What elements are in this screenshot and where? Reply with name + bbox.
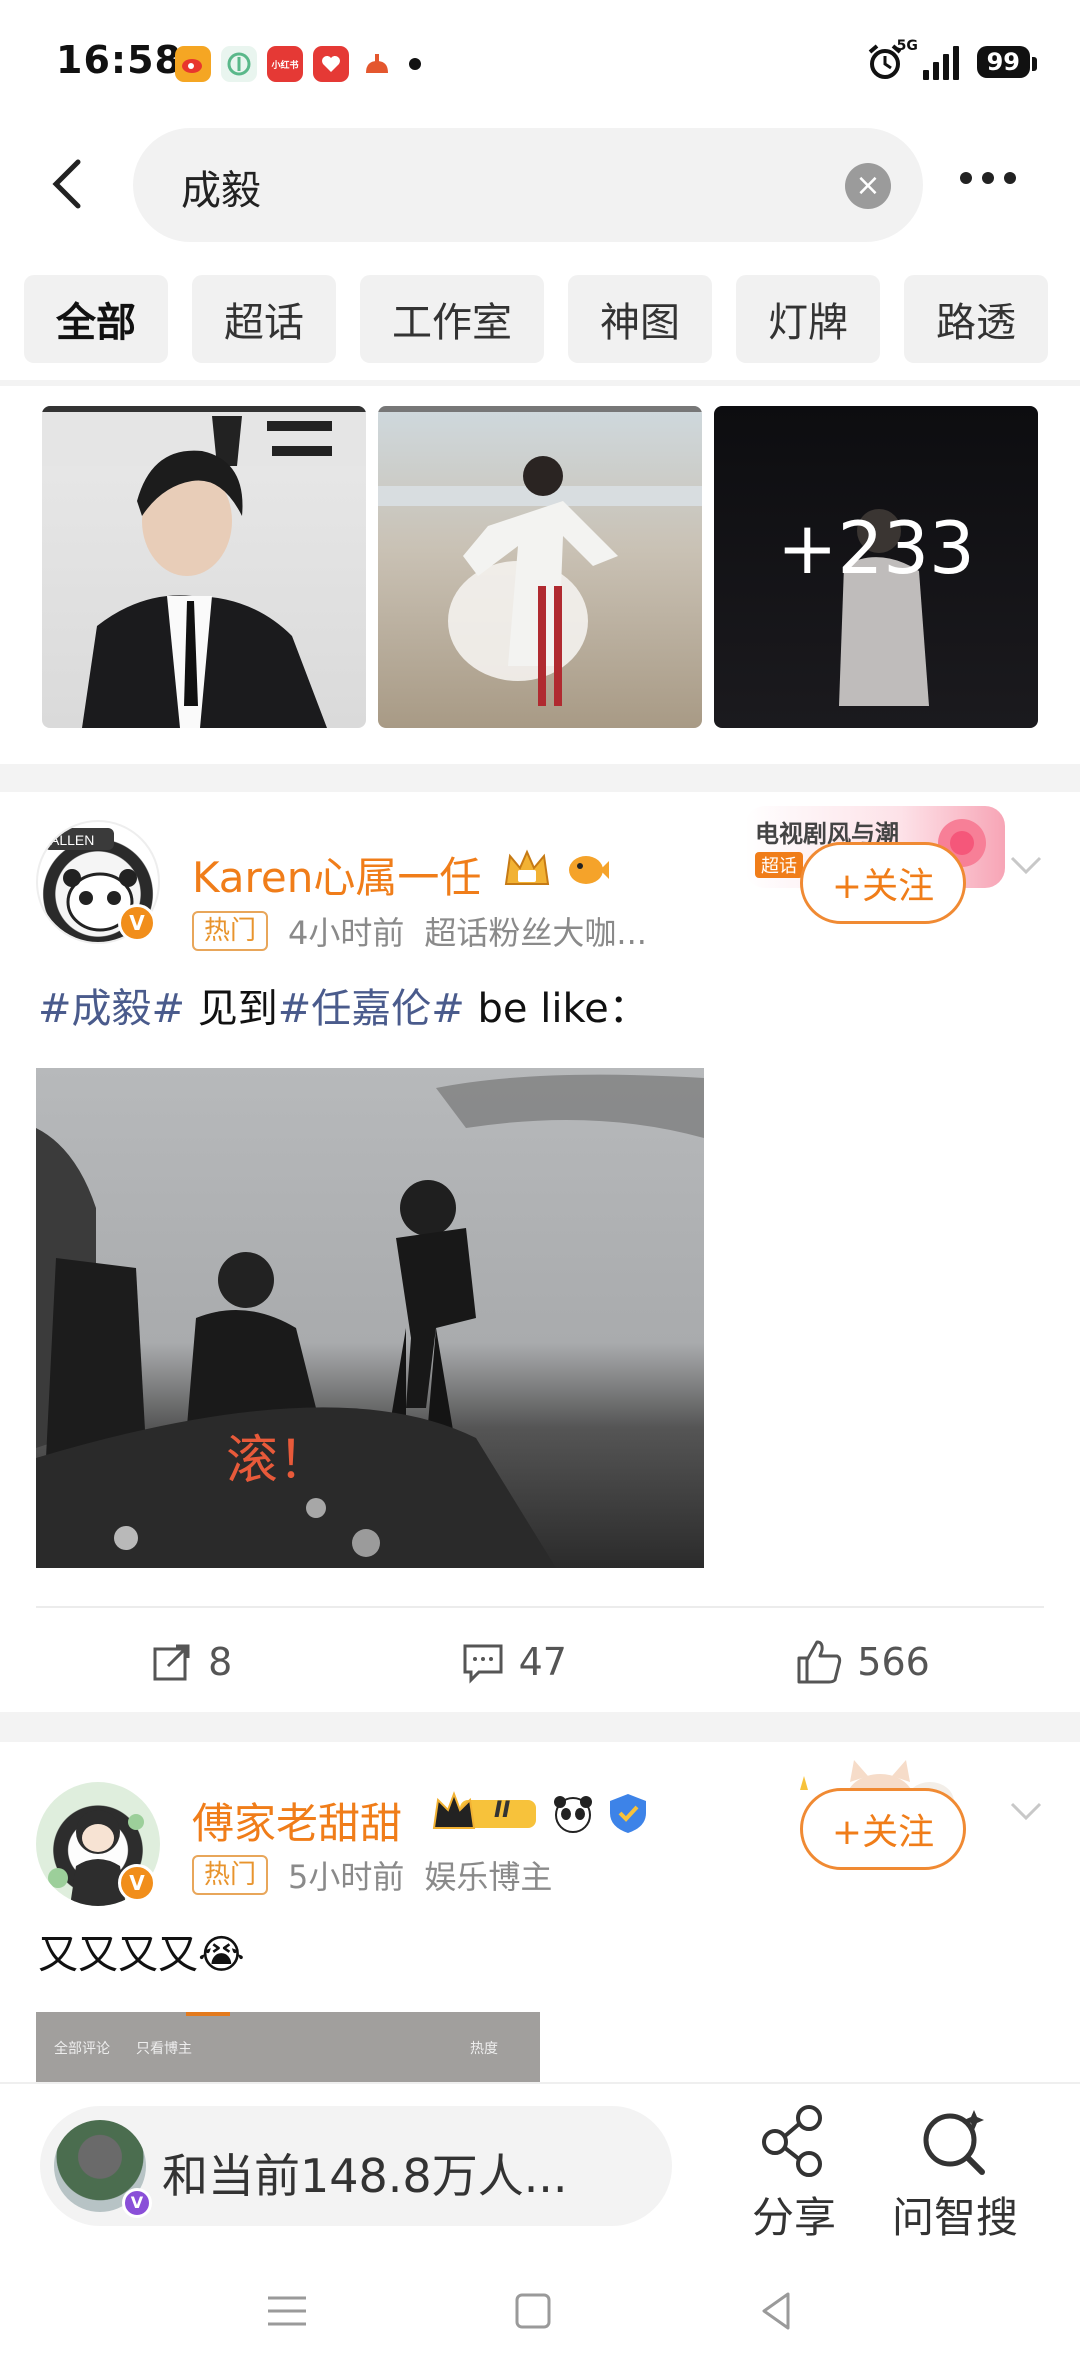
live-chat-entry[interactable]: V 和当前148.8万人... bbox=[40, 2106, 672, 2226]
tab-best-photos[interactable]: 神图 bbox=[568, 275, 712, 363]
repost-button[interactable]: 8 bbox=[150, 1640, 232, 1684]
tab-lightboard[interactable]: 灯牌 bbox=[736, 275, 880, 363]
gallery-photo[interactable] bbox=[378, 406, 702, 728]
search-query: 成毅 bbox=[181, 168, 261, 214]
status-indicators: 5G 99 bbox=[865, 38, 1038, 82]
post-source: 娱乐博主 bbox=[424, 1858, 553, 1896]
filter-tabs: 全部 超话 工作室 神图 灯牌 路透 bbox=[24, 275, 1080, 365]
tab-studio[interactable]: 工作室 bbox=[360, 275, 544, 363]
shield-badge-icon bbox=[610, 1794, 646, 1833]
section-divider bbox=[0, 1712, 1080, 1742]
share-icon bbox=[762, 2105, 822, 2177]
more-options-icon[interactable] bbox=[960, 172, 1016, 184]
panda-icon bbox=[554, 1796, 592, 1833]
post-meta: 热门 4小时前 超话粉丝大咖... bbox=[192, 908, 647, 954]
smart-search-label: 问智搜 bbox=[892, 2193, 1019, 2242]
hot-tag: 热门 bbox=[192, 911, 269, 951]
user-badges: II bbox=[430, 1788, 650, 1838]
follow-button[interactable]: +关注 bbox=[800, 842, 966, 924]
hot-tag: 热门 bbox=[192, 1855, 269, 1895]
hashtag-link[interactable]: #任嘉伦# bbox=[278, 986, 465, 1032]
level-badge-icon: II bbox=[430, 1788, 540, 1838]
weibo-icon bbox=[175, 46, 211, 82]
image-caption: 滚！ bbox=[226, 1431, 330, 1491]
fish-badge-icon bbox=[569, 856, 609, 884]
section-divider bbox=[0, 764, 1080, 792]
post-actions: 8 47 566 bbox=[36, 1606, 1044, 1716]
comment-count: 47 bbox=[518, 1640, 567, 1684]
signal-icon: 5G bbox=[897, 38, 959, 80]
ai-search-icon bbox=[923, 2110, 985, 2175]
hashtag-link[interactable]: #成毅# bbox=[38, 986, 185, 1032]
post-image[interactable]: 滚！ bbox=[36, 1068, 704, 1568]
post-text: 又又又又😭 bbox=[38, 1932, 245, 1978]
post-card[interactable]: ALLEN V Karen心属一任 热门 4小时前 超话粉丝大咖... 电视剧风… bbox=[0, 796, 1080, 1714]
smart-search-button[interactable]: 问智搜 bbox=[892, 2102, 1018, 2245]
app-orange-icon bbox=[359, 46, 395, 82]
app-red-icon bbox=[313, 46, 349, 82]
share-button[interactable]: 分享 bbox=[752, 2102, 836, 2245]
back-icon[interactable] bbox=[40, 154, 100, 214]
post-time: 5小时前 bbox=[288, 1858, 405, 1896]
like-button[interactable]: 566 bbox=[795, 1638, 930, 1686]
chat-prompt: 和当前148.8万人... bbox=[162, 2149, 568, 2203]
search-header: 成毅 × bbox=[0, 128, 1080, 244]
username[interactable]: Karen心属一任 bbox=[192, 844, 481, 905]
chevron-down-icon[interactable] bbox=[1006, 1790, 1046, 1830]
status-time: 16:58 bbox=[56, 38, 182, 82]
username[interactable]: 傅家老甜甜 bbox=[192, 1790, 402, 1851]
menu-icon[interactable] bbox=[262, 2286, 312, 2336]
chevron-down-icon[interactable] bbox=[1006, 844, 1046, 884]
thumbs-up-icon bbox=[797, 1640, 842, 1684]
xiaohongshu-icon: 小红书 bbox=[267, 46, 303, 82]
post-image[interactable]: 全部评论 只看博主 热度 bbox=[36, 2012, 540, 2082]
verified-badge-icon: V bbox=[122, 2188, 152, 2218]
svg-text:ALLEN: ALLEN bbox=[50, 832, 94, 848]
gallery-photo-more[interactable]: +233 bbox=[714, 406, 1038, 728]
clear-search-icon[interactable]: × bbox=[845, 163, 891, 209]
tab-supertopic[interactable]: 超话 bbox=[192, 275, 336, 363]
back-nav-icon[interactable] bbox=[752, 2286, 802, 2336]
status-bar: 16:58 小红书 5G 99 bbox=[0, 0, 1080, 120]
post-time: 4小时前 bbox=[288, 914, 405, 952]
share-label: 分享 bbox=[752, 2193, 837, 2242]
like-count: 566 bbox=[857, 1640, 930, 1684]
comment-button[interactable]: 47 bbox=[461, 1640, 567, 1684]
post-card[interactable]: V 傅家老甜甜 II 热门 5小时前 娱乐博主 +关注 又又又又😭 全部评论 只… bbox=[0, 1742, 1080, 2082]
verified-badge-icon: V bbox=[118, 1864, 156, 1902]
post-meta: 热门 5小时前 娱乐博主 bbox=[192, 1852, 552, 1898]
notification-dot bbox=[409, 58, 421, 70]
battery-indicator: 99 bbox=[976, 46, 1038, 78]
status-app-icons: 小红书 bbox=[175, 46, 421, 82]
post-source: 超话粉丝大咖... bbox=[424, 914, 647, 952]
tab-all[interactable]: 全部 bbox=[24, 275, 168, 363]
crown-badge-icon bbox=[504, 849, 550, 885]
bottom-action-bar: V 和当前148.8万人... 分享 问智搜 bbox=[0, 2082, 1080, 2242]
repost-icon bbox=[153, 1644, 190, 1681]
verified-badge-icon: V bbox=[118, 904, 156, 942]
user-badges bbox=[500, 844, 610, 894]
system-nav-bar bbox=[0, 2242, 1080, 2376]
repost-count: 8 bbox=[208, 1640, 233, 1684]
comment-icon bbox=[463, 1644, 503, 1684]
tab-candid[interactable]: 路透 bbox=[904, 275, 1048, 363]
more-photos-count: +233 bbox=[777, 506, 975, 590]
gallery-photo[interactable] bbox=[42, 406, 366, 728]
search-input[interactable]: 成毅 × bbox=[133, 128, 923, 242]
follow-button[interactable]: +关注 bbox=[800, 1788, 966, 1870]
home-icon[interactable] bbox=[508, 2286, 558, 2336]
post-text: #成毅# 见到#任嘉伦# be like： bbox=[38, 986, 649, 1032]
app-green-icon bbox=[221, 46, 257, 82]
photo-gallery: +233 bbox=[0, 386, 1080, 766]
